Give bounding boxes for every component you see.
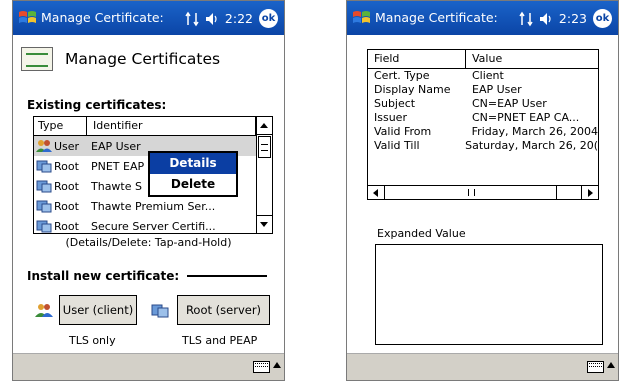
list-header: Type Identifier (34, 117, 272, 136)
existing-certificates-label: Existing certificates: (27, 98, 167, 112)
detail-row[interactable]: Subject CN=EAP User (368, 97, 598, 111)
menu-bar (13, 353, 284, 380)
user-button-caption: TLS only (69, 334, 116, 347)
context-menu-details[interactable]: Details (150, 153, 236, 174)
row-type: Root (54, 159, 79, 173)
clock-time[interactable]: 2:22 (225, 11, 253, 26)
user-client-button[interactable]: User (client) (59, 295, 137, 325)
window-title: Manage Certificate: (375, 10, 498, 25)
column-header-type[interactable]: Type (34, 117, 87, 135)
field-name: Valid Till (374, 139, 420, 152)
input-panel-arrow-icon[interactable] (273, 362, 281, 368)
column-header-value[interactable]: Value (466, 50, 598, 68)
list-item[interactable]: Root Secure Server Certifi... (34, 216, 272, 233)
install-new-certificate-label: Install new certificate: (27, 269, 180, 283)
expanded-value-label: Expanded Value (377, 227, 466, 240)
scroll-right-arrow-icon[interactable] (581, 186, 598, 199)
menu-bar (347, 353, 618, 380)
field-value: Friday, March 26, 2004 (471, 125, 598, 138)
title-bar: Manage Certificate: 2:22 ok (13, 1, 284, 35)
horizontal-scrollbar[interactable] (368, 185, 598, 199)
page-title: Manage Certificates (65, 50, 221, 68)
scroll-left-arrow-icon[interactable] (368, 186, 385, 199)
detail-row[interactable]: Valid Till Saturday, March 26, 20( (368, 139, 598, 153)
row-identifier: Thawte S (91, 179, 142, 193)
expanded-value-box[interactable] (375, 244, 603, 345)
detail-row[interactable]: Cert. Type Client (368, 69, 598, 83)
row-identifier: PNET EAP (91, 159, 145, 173)
root-certificate-icon (36, 160, 52, 173)
scroll-down-arrow-icon[interactable] (257, 215, 272, 233)
field-value: Saturday, March 26, 20( (465, 139, 598, 152)
clock-time[interactable]: 2:23 (559, 11, 587, 26)
context-menu: Details Delete (148, 151, 238, 197)
field-name: Valid From (374, 125, 432, 138)
page-heading: Manage Certificates (21, 47, 220, 71)
user-certificate-icon (36, 140, 52, 152)
windows-start-icon[interactable] (351, 8, 373, 28)
root-server-button[interactable]: Root (server) (177, 295, 270, 325)
detail-row[interactable]: Valid From Friday, March 26, 2004 (368, 125, 598, 139)
field-value: EAP User (472, 83, 522, 96)
row-type: Root (54, 219, 79, 233)
detail-row[interactable]: Issuer CN=PNET EAP CA... (368, 111, 598, 125)
field-name: Subject (374, 97, 416, 110)
certificate-detail-list[interactable]: Field Value Cert. Type Client Display Nam… (367, 49, 599, 200)
title-bar: Manage Certificate: 2:23 ok (347, 1, 618, 35)
list-vertical-scrollbar[interactable] (256, 117, 272, 233)
root-certificate-icon (36, 220, 52, 233)
list-item[interactable]: Root Thawte Premium Ser... (34, 196, 272, 216)
row-identifier: EAP User (91, 139, 141, 153)
root-certificate-icon (36, 200, 52, 213)
field-name: Display Name (374, 83, 451, 96)
window-title: Manage Certificate: (41, 10, 164, 25)
field-name: Issuer (374, 111, 407, 124)
certificate-details-screen: Manage Certificate: 2:23 ok Field Value … (346, 0, 619, 381)
row-identifier: Secure Server Certifi... (91, 219, 216, 233)
row-type: Root (54, 199, 79, 213)
detail-row[interactable]: Display Name EAP User (368, 83, 598, 97)
manage-certificates-list-screen: Manage Certificate: 2:22 ok Manage Certi… (12, 0, 285, 381)
field-name: Cert. Type (374, 69, 430, 82)
keyboard-icon[interactable] (587, 361, 604, 373)
column-header-field[interactable]: Field (368, 50, 466, 68)
hint-text: (Details/Delete: Tap-and-Hold) (65, 236, 232, 249)
context-menu-delete[interactable]: Delete (150, 174, 236, 195)
ok-button[interactable]: ok (593, 9, 612, 28)
root-button-caption: TLS and PEAP (182, 334, 258, 347)
row-identifier: Thawte Premium Ser... (91, 199, 216, 213)
volume-icon[interactable] (539, 11, 553, 27)
field-value: CN=PNET EAP CA... (472, 111, 580, 124)
field-value: Client (472, 69, 504, 82)
divider (187, 275, 268, 277)
connectivity-icon[interactable] (519, 11, 533, 27)
scroll-thumb[interactable] (258, 136, 271, 158)
field-value: CN=EAP User (472, 97, 547, 110)
list-header: Field Value (368, 50, 598, 69)
volume-icon[interactable] (205, 11, 219, 27)
ok-button[interactable]: ok (259, 9, 278, 28)
row-type: User (54, 139, 80, 153)
connectivity-icon[interactable] (185, 11, 199, 27)
root-certificate-icon (36, 180, 52, 193)
user-icon (35, 304, 53, 317)
row-type: Root (54, 179, 79, 193)
install-section: Install new certificate: (27, 269, 268, 283)
scroll-up-arrow-icon[interactable] (257, 117, 272, 135)
scroll-thumb[interactable] (386, 186, 557, 199)
keyboard-icon[interactable] (253, 361, 270, 373)
certificate-icon (21, 47, 53, 71)
windows-start-icon[interactable] (17, 8, 39, 28)
column-header-identifier[interactable]: Identifier (87, 117, 256, 135)
input-panel-arrow-icon[interactable] (607, 362, 615, 368)
server-icon (151, 304, 169, 318)
